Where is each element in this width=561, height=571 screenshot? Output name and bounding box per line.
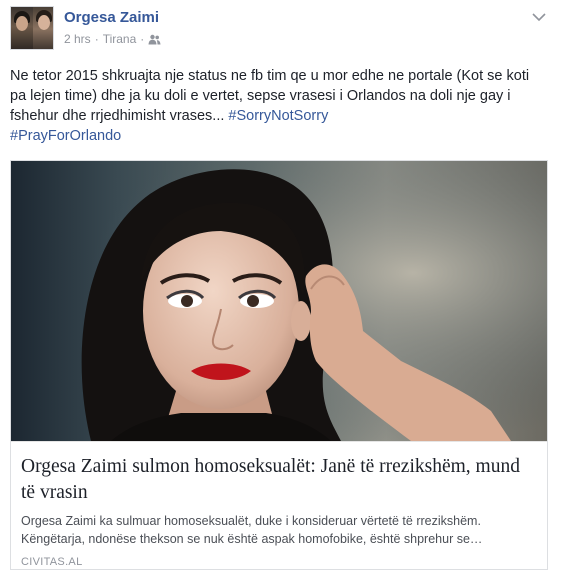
link-title[interactable]: Orgesa Zaimi sulmon homoseksualët: Janë … [21, 454, 531, 506]
meta-separator: · [94, 32, 99, 46]
hashtag-link[interactable]: #PrayForOrlando [10, 128, 121, 144]
link-description: Orgesa Zaimi ka sulmuar homoseksualët, d… [21, 514, 483, 546]
link-preview-card[interactable]: Orgesa Zaimi sulmon homoseksualët: Janë … [10, 160, 548, 570]
friends-icon[interactable] [148, 34, 161, 45]
post-location[interactable]: Tirana [103, 32, 137, 46]
hashtag-link[interactable]: #SorryNotSorry [228, 108, 328, 124]
facebook-post: Orgesa Zaimi 2 hrs · Tirana · Ne tetor 2… [0, 0, 561, 571]
link-preview-text[interactable]: Orgesa Zaimi sulmon homoseksualët: Janë … [11, 441, 547, 569]
link-source-domain: CIVITAS.AL [21, 556, 83, 568]
post-meta: 2 hrs · Tirana · [64, 32, 161, 46]
link-preview-image[interactable] [11, 161, 547, 441]
post-author-name[interactable]: Orgesa Zaimi [64, 9, 159, 26]
profile-avatar[interactable] [10, 6, 54, 50]
post-timestamp[interactable]: 2 hrs [64, 32, 91, 46]
post-text: Ne tetor 2015 shkruajta nje status ne fb… [10, 66, 540, 146]
chevron-down-icon[interactable] [531, 10, 547, 22]
meta-separator: · [140, 32, 145, 46]
